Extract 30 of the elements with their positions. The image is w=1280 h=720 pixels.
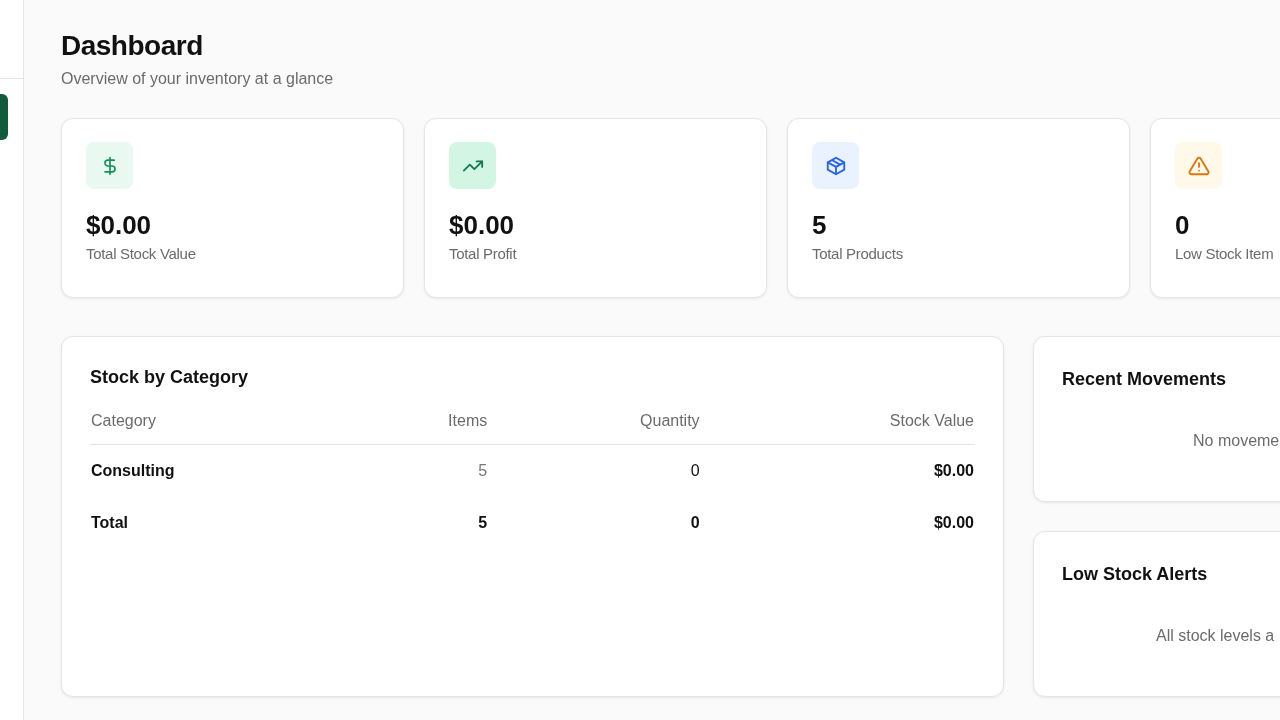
table-cell-text: 5 <box>477 513 489 533</box>
empty-message: No moveme <box>1193 432 1280 450</box>
card-title: Recent Movements <box>1062 369 1227 390</box>
active-nav-item[interactable] <box>0 94 8 140</box>
table-cell-text: Total <box>90 513 130 533</box>
warning-icon <box>1187 154 1210 177</box>
column-header: Quantity <box>488 404 701 445</box>
stat-value: 5 <box>812 209 827 241</box>
stat-label: Total Products <box>812 245 903 262</box>
card-title: Low Stock Alerts <box>1062 564 1208 585</box>
stat-label: Total Stock Value <box>86 245 196 262</box>
table-cell: $0.00 <box>700 444 975 497</box>
page-subtitle: Overview of your inventory at a glance <box>61 70 334 88</box>
column-header: Items <box>390 404 489 445</box>
stat-label: Low Stock Item <box>1175 245 1274 262</box>
box-icon <box>824 154 847 177</box>
table-cell-text: $0.00 <box>932 513 975 533</box>
column-header: Stock Value <box>700 404 975 445</box>
card-title: Stock by Category <box>90 367 249 388</box>
table-cell-text: 0 <box>689 513 701 533</box>
empty-message: All stock levels a <box>1156 627 1275 645</box>
stat-label: Total Profit <box>449 245 517 262</box>
stat-value: 0 <box>1175 209 1190 241</box>
table-cell: 5 <box>390 444 489 497</box>
column-header: Category <box>90 404 391 445</box>
table-cell: 0 <box>488 444 701 497</box>
stat-value: $0.00 <box>86 209 152 241</box>
page-title: Dashboard <box>61 29 203 63</box>
stat-value: $0.00 <box>449 209 515 241</box>
table-cell: Consulting <box>90 444 391 497</box>
